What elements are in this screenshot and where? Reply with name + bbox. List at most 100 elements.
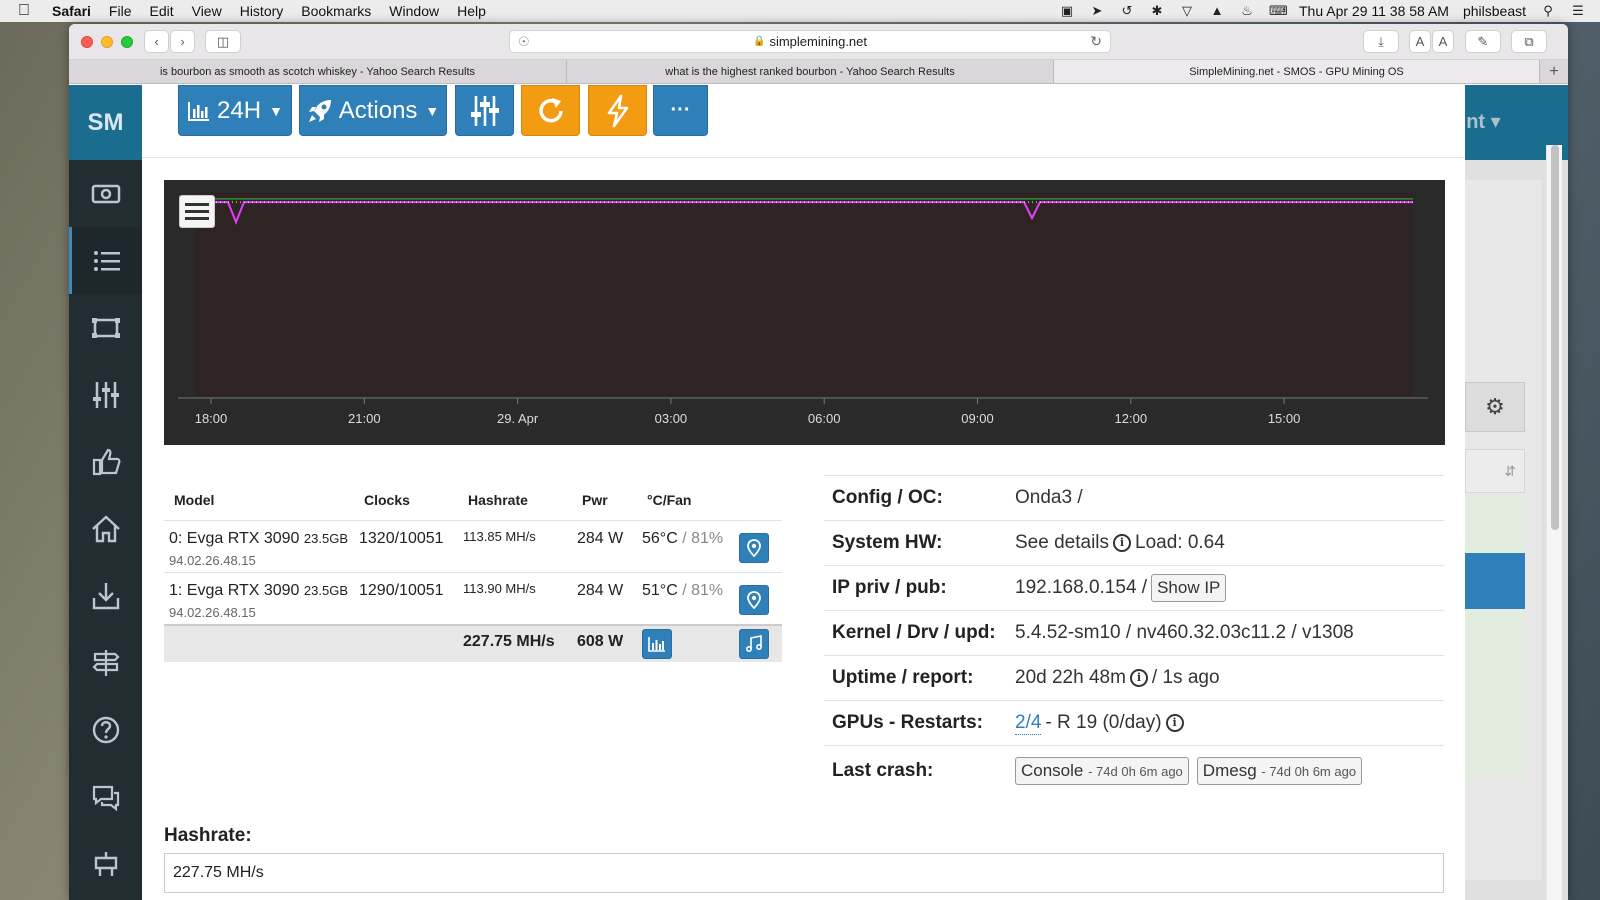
info-value: 5.4.52-sm10 / nv460.32.03c11.2 / v1308 xyxy=(1015,622,1354,643)
x-tick-label: 15:00 xyxy=(1268,411,1301,426)
locate-gpu-button[interactable] xyxy=(739,585,769,615)
menu-history[interactable]: History xyxy=(240,3,284,19)
music-button[interactable] xyxy=(739,629,769,659)
gpu-hashrate: 113.85 MH/s xyxy=(463,529,536,544)
console-time: - 74d 0h 6m ago xyxy=(1088,763,1183,779)
music-note-icon xyxy=(745,635,763,653)
plot-area xyxy=(195,192,1413,396)
gpu-table: Model Clocks Hashrate Pwr °C/Fan 0: Evga… xyxy=(164,480,782,662)
console-button[interactable]: Console - 74d 0h 6m ago xyxy=(1015,756,1189,785)
menu-file[interactable]: File xyxy=(109,3,132,19)
address-bar[interactable]: ☉ 🔒 simplemining.net ↻ xyxy=(509,30,1111,53)
menu-clock[interactable]: Thu Apr 29 11 38 58 AM xyxy=(1299,3,1449,19)
info-icon[interactable]: i xyxy=(1129,669,1148,687)
gpu-stats-button[interactable] xyxy=(642,629,672,659)
x-tick-label: 03:00 xyxy=(655,411,688,426)
gpu-hashrate: 113.90 MH/s xyxy=(463,581,536,596)
reboot-button[interactable] xyxy=(521,85,580,136)
background-row xyxy=(1465,609,1525,665)
logo[interactable]: SM xyxy=(69,85,142,160)
time-machine-icon[interactable]: ↺ xyxy=(1119,4,1135,18)
browser-toolbar: ‹ › ◫ ☉ 🔒 simplemining.net ↻ ⤓ A A ✎ ⧉ xyxy=(69,24,1568,60)
overclock-button[interactable] xyxy=(455,85,514,136)
locate-gpu-button[interactable] xyxy=(739,533,769,563)
gpu-model-name: 0: Evga RTX 3090 xyxy=(169,530,300,547)
text-larger-button[interactable]: A xyxy=(1432,30,1454,53)
privacy-icon[interactable]: ☉ xyxy=(518,34,530,50)
keyboard-icon[interactable]: ⌨ xyxy=(1269,4,1288,18)
scrollbar[interactable] xyxy=(1546,145,1562,900)
hashrate-field[interactable] xyxy=(164,853,1444,893)
reload-icon[interactable]: ↻ xyxy=(1090,33,1102,50)
gpu-fan: / 81% xyxy=(682,582,724,599)
tab-highest-bourbon[interactable]: what is the highest ranked bourbon - Yah… xyxy=(567,60,1054,83)
show-ip-button[interactable]: Show IP xyxy=(1151,574,1227,602)
new-tab-button[interactable]: + xyxy=(1540,60,1568,83)
bottom-icon[interactable] xyxy=(69,830,142,897)
help-icon[interactable] xyxy=(69,696,142,763)
power-cycle-button[interactable] xyxy=(588,85,647,136)
gear-icon[interactable]: ⚙ xyxy=(1465,382,1525,432)
info-row-uptime: Uptime / report: 20d 22h 48m i / 1s ago xyxy=(824,655,1444,700)
money-icon[interactable] xyxy=(69,160,142,227)
menu-bookmarks[interactable]: Bookmarks xyxy=(301,3,371,19)
volume-icon[interactable]: ♨ xyxy=(1239,4,1255,18)
home-icon[interactable] xyxy=(69,495,142,562)
menu-window[interactable]: Window xyxy=(389,3,439,19)
rocket-icon[interactable]: ➤ xyxy=(1089,4,1105,18)
scrollbar-thumb[interactable] xyxy=(1551,145,1559,530)
info-label: Config / OC: xyxy=(832,487,943,508)
tabs-overview-button[interactable]: ⧉ xyxy=(1511,30,1547,53)
menu-app[interactable]: Safari xyxy=(52,3,91,19)
sort-icon[interactable]: ⇵ xyxy=(1465,449,1525,493)
bar-chart-icon xyxy=(188,101,210,121)
hw-details-link[interactable]: See details xyxy=(1015,532,1109,554)
more-button[interactable]: ··· xyxy=(653,85,708,136)
forward-button[interactable]: › xyxy=(170,30,195,53)
sidebar-toggle-button[interactable]: ◫ xyxy=(205,30,241,53)
dmesg-button[interactable]: Dmesg - 74d 0h 6m ago xyxy=(1196,756,1363,785)
wp-icon[interactable]: ▣ xyxy=(1059,4,1075,18)
edit-button[interactable]: ✎ xyxy=(1465,30,1501,53)
wifi-icon[interactable]: ▽ xyxy=(1179,4,1195,18)
minimize-window-button[interactable] xyxy=(101,35,113,48)
app-sidebar: SM xyxy=(69,85,142,900)
chevron-down-icon: ▼ xyxy=(425,102,440,119)
downloads-button[interactable]: ⤓ xyxy=(1363,30,1399,53)
chart-menu-button[interactable] xyxy=(179,195,215,228)
sliders-icon[interactable] xyxy=(69,361,142,428)
thumbs-up-icon[interactable] xyxy=(69,428,142,495)
menu-edit[interactable]: Edit xyxy=(149,3,173,19)
gpu-bios: 94.02.26.48.15 xyxy=(169,553,256,568)
list-icon[interactable] xyxy=(69,227,142,294)
menu-view[interactable]: View xyxy=(192,3,222,19)
close-window-button[interactable] xyxy=(81,35,93,48)
info-icon[interactable]: i xyxy=(1165,714,1184,732)
zoom-window-button[interactable] xyxy=(121,35,133,48)
signpost-icon[interactable] xyxy=(69,629,142,696)
download-icon[interactable] xyxy=(69,562,142,629)
traffic-lights xyxy=(81,35,133,48)
info-row-kernel: Kernel / Drv / upd: 5.4.52-sm10 / nv460.… xyxy=(824,610,1444,655)
rocket-icon xyxy=(308,99,331,122)
gpus-link[interactable]: 2/4 xyxy=(1015,712,1042,735)
chat-icon[interactable] xyxy=(69,763,142,830)
tab-simplemining[interactable]: SimpleMining.net - SMOS - GPU Mining OS xyxy=(1054,60,1540,83)
text-smaller-button[interactable]: A xyxy=(1409,30,1431,53)
back-button[interactable]: ‹ xyxy=(144,30,169,53)
spotlight-icon[interactable]: ⚲ xyxy=(1540,4,1556,18)
restarts-value: - R 19 (0/day) xyxy=(1045,712,1162,733)
rigs-icon[interactable] xyxy=(69,294,142,361)
menu-user[interactable]: philsbeast xyxy=(1463,3,1526,19)
tab-bourbon-scotch[interactable]: is bourbon as smooth as scotch whiskey -… xyxy=(69,60,567,83)
airplay-icon[interactable]: ▲ xyxy=(1209,4,1225,18)
control-center-icon[interactable]: ☰ xyxy=(1570,4,1586,18)
menu-help[interactable]: Help xyxy=(457,3,486,19)
bluetooth-icon[interactable]: ✱ xyxy=(1149,4,1165,18)
actions-dropdown-button[interactable]: Actions ▼ xyxy=(299,85,447,136)
range-dropdown-button[interactable]: 24H ▼ xyxy=(178,85,292,136)
rig-details-panel: 24H ▼ Actions ▼ ··· 18:00 21:00 29. Apr … xyxy=(142,85,1465,900)
apple-icon[interactable]:  xyxy=(18,2,38,20)
info-icon[interactable]: i xyxy=(1113,534,1132,552)
gpu-fan: / 81% xyxy=(682,530,724,547)
